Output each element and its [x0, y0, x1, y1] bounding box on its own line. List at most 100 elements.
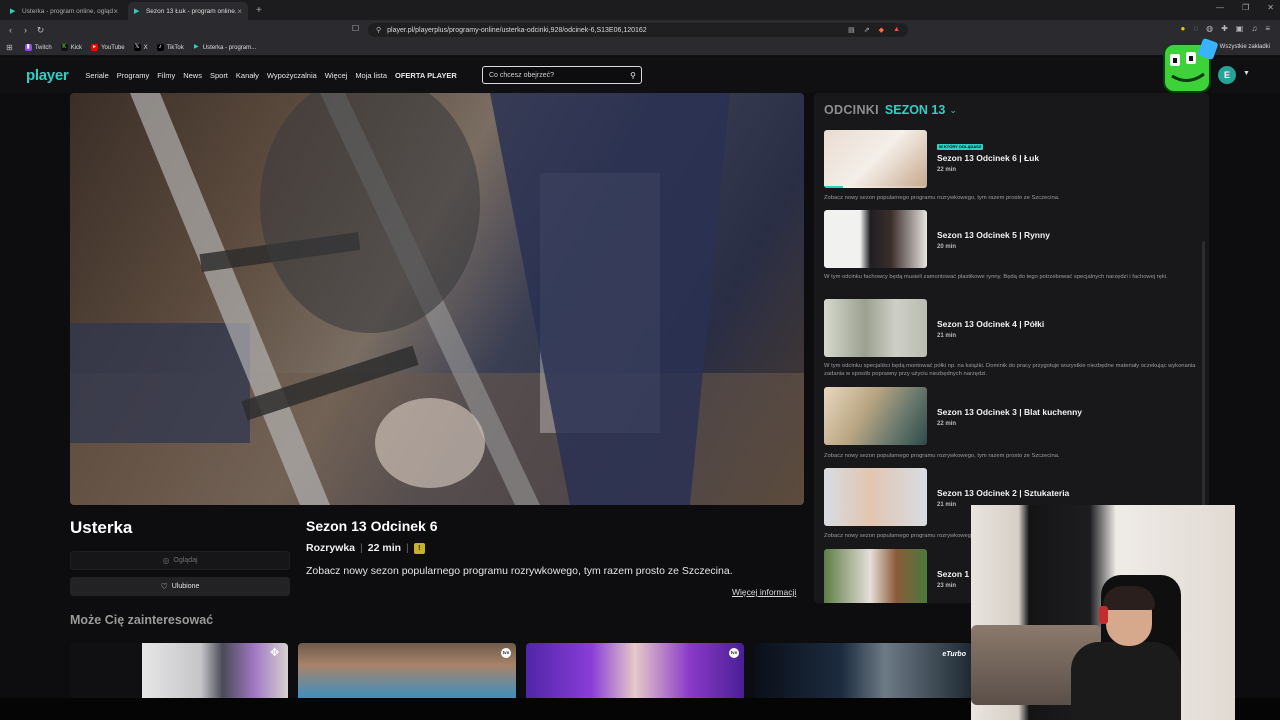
nav-programy[interactable]: Programy	[117, 71, 150, 80]
close-icon[interactable]: ×	[113, 7, 118, 16]
window-controls: — ❐ ✕	[1216, 3, 1274, 12]
webcam-body	[1071, 642, 1181, 720]
recommendation-card[interactable]: tvn	[526, 643, 744, 698]
recommendations-title: Może Cię zainteresować	[70, 613, 214, 627]
episode-thumbnail[interactable]	[824, 210, 927, 268]
play-circle-icon: ◎	[162, 556, 170, 565]
nav-oferta-player[interactable]: OFERTA PLAYER	[395, 71, 457, 80]
episode-thumbnail[interactable]	[824, 387, 927, 445]
nav-wiecej[interactable]: Więcej	[325, 71, 348, 80]
recommendations-row: ✥ tvn tvn eTurbo	[70, 643, 972, 698]
nav-news[interactable]: News	[183, 71, 202, 80]
read-mode-icon[interactable]: ▤	[848, 26, 855, 34]
nav-kanaly[interactable]: Kanały	[236, 71, 259, 80]
recommendation-card[interactable]: tvn	[298, 643, 516, 698]
episode-item-duration: 20 min	[937, 244, 957, 250]
age-rating-badge: !	[413, 542, 425, 554]
player-logo[interactable]: player	[26, 67, 69, 84]
bookmark-icon[interactable]: ☐	[352, 24, 359, 33]
tab-title: Sezon 13 Łuk - program online...	[145, 7, 238, 15]
watch-button[interactable]: ◎ Oglądaj	[70, 551, 290, 570]
bookmark-youtube[interactable]: ▸ YouTube	[91, 44, 125, 51]
nav-sport[interactable]: Sport	[210, 71, 228, 80]
episode-thumbnail[interactable]	[824, 299, 927, 357]
video-player[interactable]	[70, 93, 804, 505]
player-favicon-icon: ▶	[193, 44, 199, 50]
alert-icon[interactable]: ▲	[893, 26, 900, 34]
extension-icon[interactable]: ◍	[1206, 24, 1213, 33]
episode-item-duration: 21 min	[937, 333, 957, 339]
episode-item-title: Sezon 13 Odcinek 4 | Półki	[937, 319, 1045, 329]
episode-item-title: Sezon 13 Odcinek 2 | Sztukateria	[937, 488, 1070, 498]
episode-title: Sezon 13 Odcinek 6	[306, 518, 438, 534]
site-header: player Seriale Programy Filmy News Sport…	[0, 57, 1280, 93]
separator: |	[360, 542, 363, 554]
bookmark-label: Twitch	[34, 44, 52, 51]
episode-meta: Rozrywka | 22 min | !	[306, 542, 425, 554]
youtube-icon: ▸	[91, 44, 99, 51]
browser-tab-bar: ▶ Usterka - program online, oglądaj na..…	[0, 0, 1280, 20]
nav-filmy[interactable]: Filmy	[157, 71, 175, 80]
show-title: Usterka	[70, 518, 133, 537]
url-tools: ▤ ⇗ ◆ ▲	[848, 26, 900, 34]
shield-icon[interactable]: ◆	[879, 26, 884, 34]
season-selector[interactable]: SEZON 13	[885, 103, 945, 117]
chevron-down-icon[interactable]: ⌄	[949, 105, 957, 116]
forward-icon[interactable]: ›	[18, 25, 33, 35]
episode-thumbnail[interactable]	[824, 130, 927, 188]
url-text: player.pl/playerplus/programy-online/ust…	[387, 26, 647, 34]
maximize-icon[interactable]: ❐	[1242, 3, 1249, 12]
apps-grid-icon[interactable]: ⊞	[6, 43, 13, 52]
reload-icon[interactable]: ↻	[33, 25, 48, 36]
back-icon[interactable]: ‹	[3, 25, 18, 35]
media-icon[interactable]: ♫	[1251, 24, 1257, 33]
bookmark-label: X	[143, 44, 148, 51]
bookmark-label: Kick	[70, 44, 83, 51]
puzzle-icon[interactable]: ✚	[1221, 24, 1228, 33]
twitch-icon: ▮	[24, 44, 32, 51]
episode-item-title: Sezon 13 Odcinek 5 | Rynny	[937, 230, 1050, 240]
video-frame	[70, 93, 804, 505]
progress-bar	[824, 186, 843, 188]
recommendation-card[interactable]: eTurbo	[754, 643, 972, 698]
browser-tab-episode[interactable]: ▶ Sezon 13 Łuk - program online... ×	[128, 2, 248, 20]
chevron-down-icon[interactable]: ▼	[1243, 70, 1250, 77]
bookmark-label: TikTok	[166, 44, 184, 51]
channel-brand: eTurbo	[942, 651, 966, 658]
nav-moja-lista[interactable]: Moja lista	[355, 71, 387, 80]
search-input[interactable]: Co chcesz obejrzeć? ⚲	[482, 66, 642, 84]
extension-icon[interactable]: ●	[1180, 24, 1185, 33]
episode-item-title: Sezon 13 Odcinek 6 | Łuk	[937, 153, 1040, 163]
menu-icon[interactable]: ≡	[1265, 24, 1270, 33]
tvn-badge: tvn	[501, 648, 511, 658]
bookmark-x[interactable]: 𝕏X	[133, 44, 148, 51]
search-icon[interactable]: ⚲	[630, 71, 636, 80]
favorite-button[interactable]: ♡ Ulubione	[70, 577, 290, 596]
bookmark-twitch[interactable]: ▮ Twitch	[24, 44, 52, 51]
nav-wypozyczalnia[interactable]: Wypożyczalnia	[267, 71, 317, 80]
bookmark-kick[interactable]: K Kick	[60, 44, 83, 51]
address-bar-row: ‹ › ↻ ☐ ⚲ player.pl/playerplus/programy-…	[0, 20, 1280, 40]
bookmark-usterka[interactable]: ▶ Usterka - program...	[193, 44, 256, 51]
episode-thumbnail[interactable]	[824, 468, 927, 526]
more-info-link[interactable]: Więcej informacji	[732, 587, 796, 597]
url-field[interactable]: ⚲ player.pl/playerplus/programy-online/u…	[368, 23, 908, 37]
site-info-icon[interactable]: ⚲	[376, 26, 381, 34]
tvn-badge: tvn	[729, 648, 739, 658]
browser-tab-usterka[interactable]: ▶ Usterka - program online, oglądaj na..…	[4, 2, 124, 20]
nav-seriale[interactable]: Seriale	[85, 71, 108, 80]
player-favicon-icon: ▶	[10, 7, 16, 15]
all-bookmarks-link[interactable]: Wszystkie zakładki	[1220, 44, 1270, 50]
share-icon[interactable]: ⇗	[864, 26, 870, 34]
sidebar-icon[interactable]: ▣	[1236, 24, 1244, 33]
episode-thumbnail[interactable]	[824, 549, 927, 603]
extension-icon[interactable]: ◌	[1193, 24, 1198, 33]
screen: ▶ Usterka - program online, oglądaj na..…	[0, 0, 1280, 720]
episodes-scrollbar[interactable]	[1202, 241, 1205, 541]
new-tab-icon[interactable]: +	[256, 2, 262, 20]
close-window-icon[interactable]: ✕	[1267, 3, 1274, 12]
recommendation-card[interactable]: ✥	[70, 643, 288, 698]
minimize-icon[interactable]: —	[1216, 3, 1224, 12]
close-icon[interactable]: ×	[237, 7, 242, 16]
bookmark-tiktok[interactable]: ♪ TikTok	[156, 44, 184, 51]
